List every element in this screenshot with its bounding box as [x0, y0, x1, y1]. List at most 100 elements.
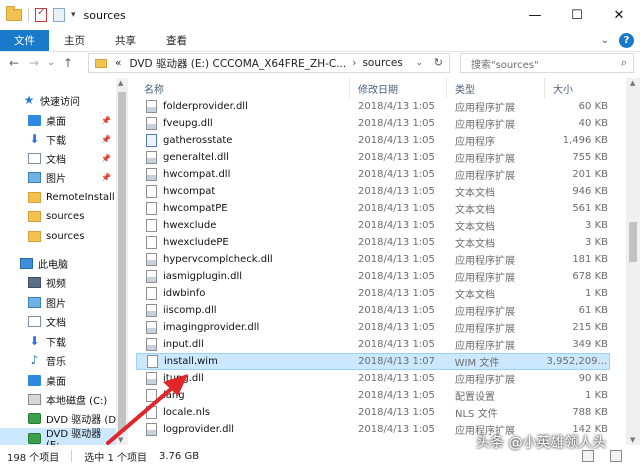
column-header-name[interactable]: 名称: [136, 78, 350, 98]
file-row[interactable]: hwexcludePE 2018/4/13 1:05 文本文档 3 KB: [136, 234, 610, 251]
file-row[interactable]: imagingprovider.dll 2018/4/13 1:05 应用程序扩展 2…: [136, 319, 610, 336]
file-date: 2018/4/13 1:05: [358, 339, 435, 350]
file-row[interactable]: iasmigplugin.dll 2018/4/13 1:05 应用程序扩展 678 …: [136, 268, 610, 285]
file-name-cell: generaltel.dll: [136, 151, 350, 164]
document-icon: [28, 315, 41, 327]
up-button[interactable]: ↑: [58, 56, 78, 70]
file-row[interactable]: iiscomp.dll 2018/4/13 1:05 应用程序扩展 61 KB: [136, 302, 610, 319]
nav-item-remoteinstall[interactable]: RemoteInstall: [0, 187, 128, 207]
nav-scrollbar[interactable]: ▲ ▼: [116, 78, 128, 445]
file-type: 应用程序扩展: [455, 273, 515, 284]
file-row[interactable]: hwexclude 2018/4/13 1:05 文本文档 3 KB: [136, 217, 610, 234]
refresh-icon[interactable]: ↻: [434, 56, 443, 69]
breadcrumb-drive[interactable]: DVD 驱动器 (E:) CCCOMA_X64FRE_ZH-C...: [129, 56, 346, 71]
file-date: 2018/4/13 1:05: [358, 220, 435, 231]
file-row[interactable]: hwcompat 2018/4/13 1:05 文本文档 946 KB: [136, 183, 610, 200]
breadcrumb-overflow[interactable]: «: [115, 57, 121, 69]
recent-locations-button[interactable]: ⌄: [44, 58, 58, 68]
file-row[interactable]: fveupg.dll 2018/4/13 1:05 应用程序扩展 40 KB: [136, 115, 610, 132]
file-row[interactable]: install.wim 2018/4/13 1:07 WIM 文件 3,952,209…: [136, 353, 610, 370]
back-button[interactable]: ←: [4, 56, 24, 70]
file-name: hypervcomplcheck.dll: [163, 254, 273, 265]
nav-this-pc[interactable]: 此电脑: [0, 253, 128, 273]
file-row[interactable]: folderprovider.dll 2018/4/13 1:05 应用程序扩展 60…: [136, 98, 610, 115]
new-folder-icon[interactable]: [53, 8, 65, 22]
file-name-cell: itupg.dll: [136, 372, 350, 385]
nav-item-documents[interactable]: 文档: [0, 311, 128, 331]
file-list-scrollbar[interactable]: ▲ ▼: [626, 78, 640, 445]
file-row[interactable]: itupg.dll 2018/4/13 1:05 应用程序扩展 90 KB: [136, 370, 610, 387]
file-row[interactable]: gatherosstate 2018/4/13 1:05 应用程序 1,496 KB: [136, 132, 610, 149]
dll-file-icon: [146, 151, 157, 164]
tab-view[interactable]: 查看: [151, 30, 202, 51]
large-icons-view-icon[interactable]: [610, 450, 622, 462]
file-row[interactable]: locale.nls 2018/4/13 1:05 NLS 文件 788 KB: [136, 404, 610, 421]
nav-item-sources-2[interactable]: sources: [0, 226, 128, 246]
video-icon: [28, 276, 41, 288]
file-size: 61 KB: [578, 305, 608, 316]
file-name-cell: hwexcludePE: [136, 236, 350, 249]
properties-icon[interactable]: [35, 7, 47, 22]
nav-item-downloads[interactable]: ⬇ 下载: [0, 331, 128, 351]
breadcrumb-separator[interactable]: ›: [352, 57, 356, 69]
minimize-button[interactable]: —: [514, 0, 556, 30]
address-dropdown-icon[interactable]: ⌄: [415, 58, 423, 68]
nav-label: sources: [46, 210, 85, 222]
tab-share[interactable]: 共享: [100, 30, 151, 51]
file-type: 文本文档: [455, 239, 495, 250]
scroll-down-icon[interactable]: ▼: [118, 436, 123, 444]
breadcrumb-sources[interactable]: sources: [362, 57, 402, 69]
close-button[interactable]: ✕: [598, 0, 640, 30]
nav-item-desktop[interactable]: 桌面: [0, 370, 128, 390]
file-name: fveupg.dll: [163, 118, 213, 129]
file-size: 349 KB: [572, 339, 608, 350]
help-icon[interactable]: ?: [619, 33, 634, 48]
file-name-cell: iiscomp.dll: [136, 304, 350, 317]
forward-button[interactable]: →: [24, 56, 44, 70]
file-date: 2018/4/13 1:05: [358, 288, 435, 299]
nav-item-pictures[interactable]: 图片: [0, 292, 128, 312]
nav-item-music[interactable]: ♪ 音乐: [0, 350, 128, 370]
nav-item-desktop-pinned[interactable]: 桌面 📌: [0, 110, 128, 130]
search-input[interactable]: 搜索"sources" ⌕: [460, 53, 634, 73]
address-bar[interactable]: « DVD 驱动器 (E:) CCCOMA_X64FRE_ZH-C... › s…: [88, 53, 450, 73]
tab-file[interactable]: 文件: [0, 30, 49, 51]
nav-item-videos[interactable]: 视频: [0, 272, 128, 292]
file-name-cell: input.dll: [136, 338, 350, 351]
file-name: itupg.dll: [163, 373, 204, 384]
file-row[interactable]: idwbinfo 2018/4/13 1:05 文本文档 1 KB: [136, 285, 610, 302]
app-file-icon: [146, 134, 157, 147]
expand-ribbon-chevron-icon[interactable]: ⌄: [601, 35, 609, 46]
nav-item-dvd-e[interactable]: DVD 驱动器 (E: ⌄: [0, 428, 128, 445]
file-row[interactable]: input.dll 2018/4/13 1:05 应用程序扩展 349 KB: [136, 336, 610, 353]
file-row[interactable]: lang 2018/4/13 1:05 配置设置 1 KB: [136, 387, 610, 404]
nav-label: DVD 驱动器 (E:: [46, 429, 102, 445]
customize-toolbar-chevron-icon[interactable]: ▾: [71, 10, 76, 20]
file-row[interactable]: generaltel.dll 2018/4/13 1:05 应用程序扩展 755 KB: [136, 149, 610, 166]
scroll-up-icon[interactable]: ▲: [118, 79, 123, 87]
maximize-button[interactable]: ☐: [556, 0, 598, 30]
nav-item-pictures-pinned[interactable]: 图片 📌: [0, 167, 128, 187]
file-name: iiscomp.dll: [163, 305, 217, 316]
nav-quick-access[interactable]: ★ 快速访问: [0, 90, 128, 110]
file-row[interactable]: hypervcomplcheck.dll 2018/4/13 1:05 应用程序扩展…: [136, 251, 610, 268]
scroll-up-icon[interactable]: ▲: [630, 79, 635, 87]
file-row[interactable]: hwcompatPE 2018/4/13 1:05 文本文档 561 KB: [136, 200, 610, 217]
nav-item-documents-pinned[interactable]: 文档 📌: [0, 148, 128, 168]
column-header-size[interactable]: 大小: [545, 78, 626, 98]
dvd-icon: [28, 412, 41, 424]
nav-label: 视频: [46, 278, 66, 290]
column-header-type[interactable]: 类型: [447, 78, 545, 98]
column-header-date[interactable]: 修改日期: [350, 78, 447, 98]
file-row[interactable]: hwcompat.dll 2018/4/13 1:05 应用程序扩展 201 KB: [136, 166, 610, 183]
scroll-down-icon[interactable]: ▼: [630, 436, 635, 444]
nav-item-downloads-pinned[interactable]: ⬇ 下载 📌: [0, 129, 128, 149]
file-date: 2018/4/13 1:05: [358, 407, 435, 418]
search-icon[interactable]: ⌕: [621, 56, 627, 70]
nav-item-sources-1[interactable]: sources: [0, 206, 128, 226]
tab-home[interactable]: 主页: [49, 30, 100, 51]
nav-scroll-thumb[interactable]: [118, 92, 126, 432]
file-scroll-thumb[interactable]: [629, 222, 637, 262]
file-date: 2018/4/13 1:07: [358, 356, 435, 367]
nav-item-local-disk-c[interactable]: 本地磁盘 (C:): [0, 389, 128, 409]
